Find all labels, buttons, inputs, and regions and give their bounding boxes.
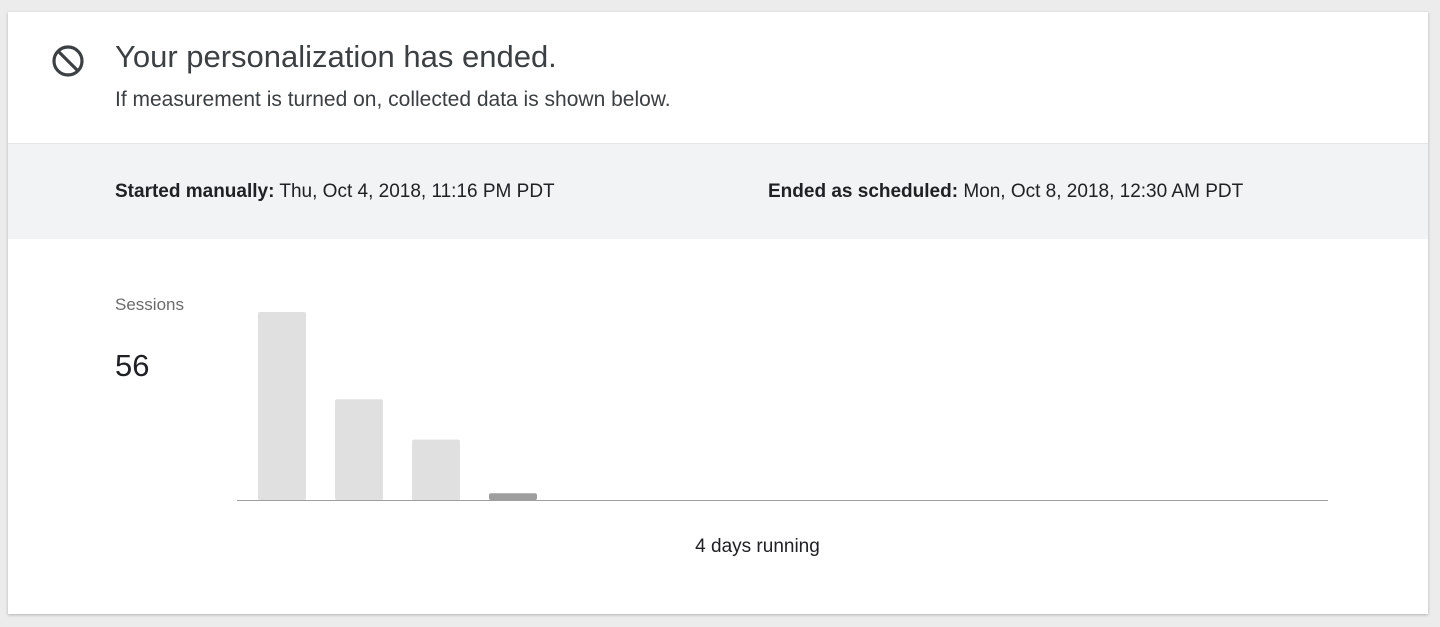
chart-bar [258, 312, 306, 500]
end-date-label: Ended as scheduled: [768, 181, 959, 202]
start-date-label: Started manually: [115, 181, 275, 202]
end-date-value: Mon, Oct 8, 2018, 12:30 AM PDT [963, 181, 1244, 202]
experiment-status-card: Your personalization has ended. If measu… [8, 12, 1428, 614]
sessions-bar-chart [237, 312, 1328, 501]
status-subtitle: If measurement is turned on, collected d… [115, 88, 671, 111]
start-date: Started manually: Thu, Oct 4, 2018, 11:1… [115, 181, 555, 203]
chart-bar [489, 493, 537, 500]
chart-bar [412, 439, 460, 500]
block-icon [52, 45, 84, 77]
status-header: Your personalization has ended. If measu… [8, 12, 1428, 143]
metric-label: Sessions [115, 295, 184, 314]
date-info-bar: Started manually: Thu, Oct 4, 2018, 11:1… [8, 143, 1428, 239]
status-title: Your personalization has ended. [115, 39, 557, 74]
metric-value: 56 [115, 348, 150, 383]
chart-x-label: 4 days running [695, 536, 820, 557]
chart-bar [335, 399, 383, 500]
start-date-value: Thu, Oct 4, 2018, 11:16 PM PDT [279, 181, 555, 202]
end-date: Ended as scheduled: Mon, Oct 8, 2018, 12… [768, 181, 1243, 203]
